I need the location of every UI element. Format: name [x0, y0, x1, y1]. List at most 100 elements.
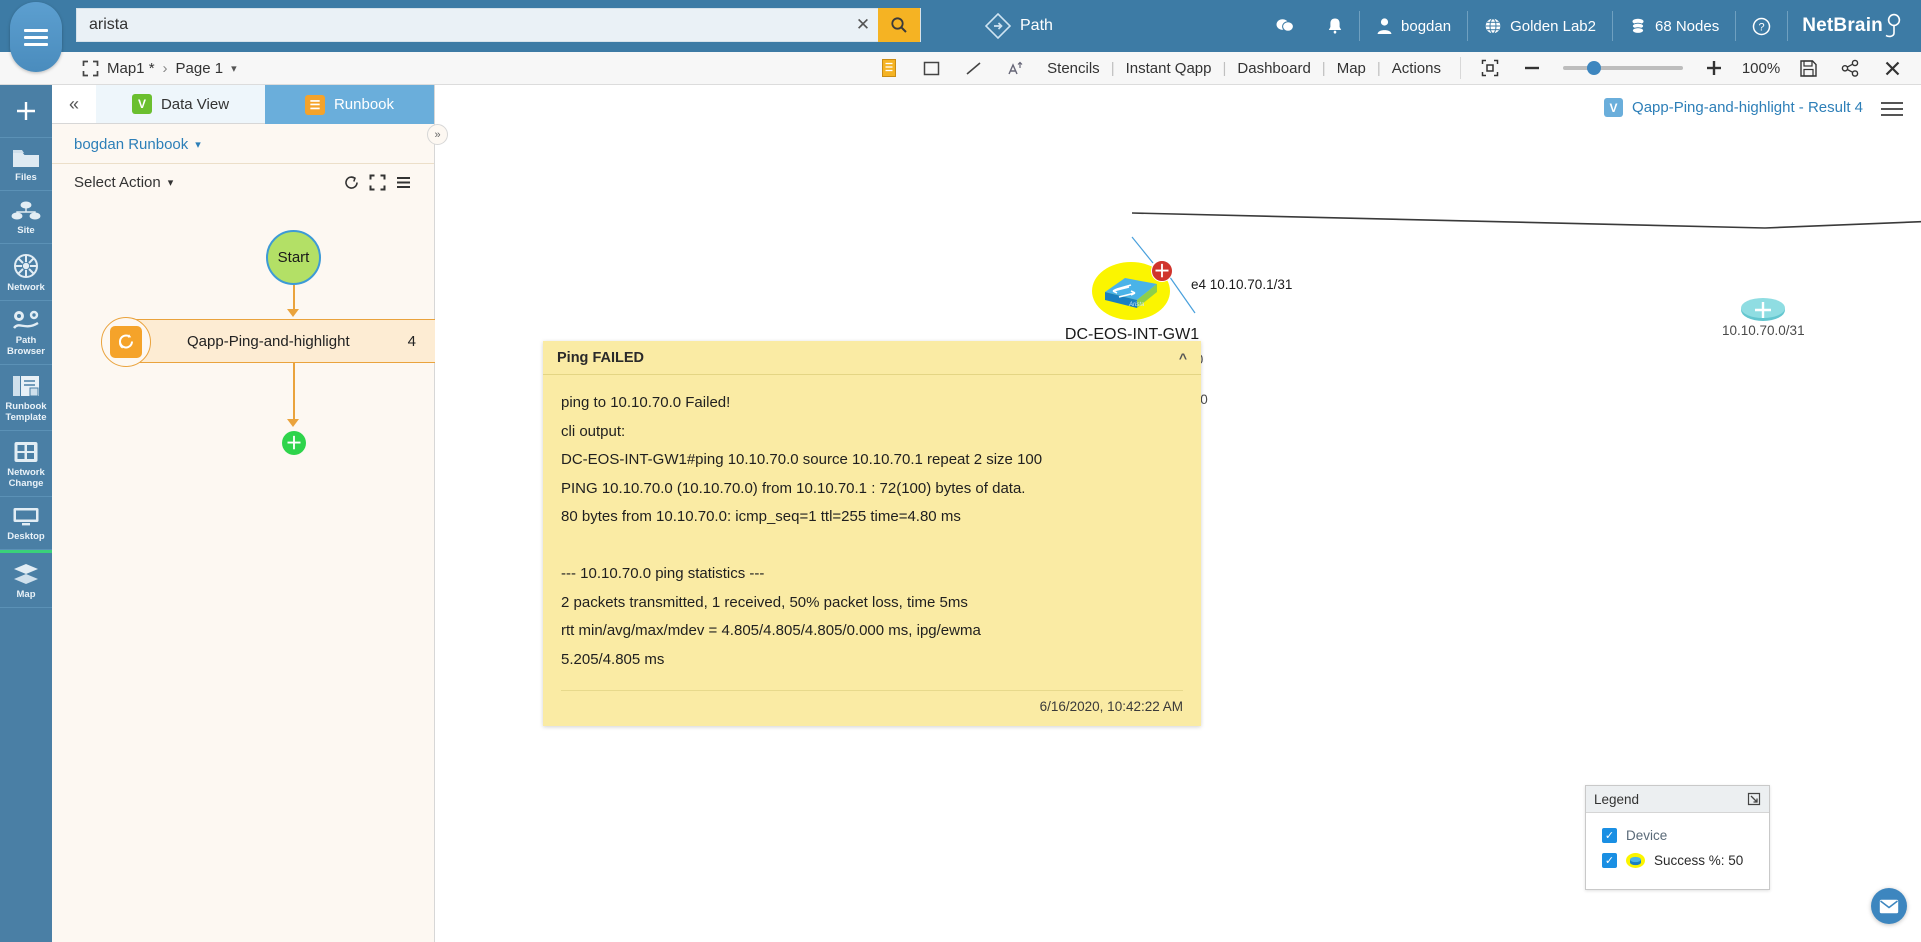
user-menu[interactable]: bogdan	[1360, 11, 1467, 41]
chat-button[interactable]	[1259, 11, 1311, 41]
runbook-template-icon	[13, 376, 39, 397]
search-submit-button[interactable]	[878, 8, 920, 42]
close-icon	[1885, 61, 1899, 75]
rail-add-button[interactable]	[0, 85, 52, 138]
search-clear-button[interactable]: ✕	[848, 15, 878, 35]
runbook-menu-button[interactable]	[390, 174, 416, 191]
rectangle-tool-button[interactable]	[910, 53, 952, 83]
notifications-button[interactable]	[1311, 11, 1359, 41]
legend-row-device[interactable]: ✓ Device	[1594, 823, 1761, 848]
zoom-slider[interactable]	[1563, 61, 1683, 75]
tab-runbook-label: Runbook	[333, 96, 395, 113]
panel-collapse-button[interactable]: «	[52, 85, 96, 124]
breadcrumb-map[interactable]: Map1 *	[107, 60, 155, 77]
flow-arrow	[287, 309, 299, 317]
sidebar-item-runbook-template[interactable]: Runbook Template	[0, 365, 52, 431]
resize-icon[interactable]	[1747, 792, 1761, 806]
refresh-icon	[344, 176, 358, 189]
ping-line-blank	[561, 532, 1183, 561]
runbook-title-label: bogdan Runbook	[74, 136, 189, 153]
device-node-dc-eos-int-gw1[interactable]: Arista ＋	[1092, 260, 1173, 320]
refresh-button[interactable]	[338, 174, 364, 191]
close-map-button[interactable]	[1871, 53, 1913, 83]
link-label-middle: 10.10.70.0/31	[1722, 323, 1805, 338]
runbook-selector[interactable]: bogdan Runbook ▾	[52, 124, 434, 164]
chevron-down-icon[interactable]: ▾	[231, 62, 237, 75]
zoom-slider-handle[interactable]	[1587, 61, 1601, 75]
chevron-down-icon: ▾	[195, 139, 201, 151]
sidebar-item-map[interactable]: Map	[0, 550, 52, 608]
sidebar-item-network[interactable]: Network	[0, 244, 52, 301]
ping-result-popup[interactable]: Ping FAILED ^ ping to 10.10.70.0 Failed!…	[543, 341, 1201, 726]
breadcrumb-page[interactable]: Page 1	[176, 60, 224, 77]
menu-actions[interactable]: Actions	[1381, 60, 1452, 77]
tab-data-view[interactable]: V Data View	[96, 85, 265, 124]
ping-line: rtt min/avg/max/mdev = 4.805/4.805/4.805…	[561, 622, 981, 639]
nodes-count-button[interactable]: 68 Nodes	[1613, 11, 1735, 41]
main-menu-button[interactable]	[10, 2, 62, 72]
legend-row-success[interactable]: ✓ Success %: 50	[1594, 848, 1761, 873]
fit-to-screen-icon	[1481, 59, 1499, 77]
line-tool-button[interactable]	[952, 53, 994, 83]
zoom-in-button[interactable]	[1693, 53, 1735, 83]
sidebar-item-site[interactable]: Site	[0, 191, 52, 244]
nodes-count-label: 68 Nodes	[1654, 17, 1720, 35]
search-input[interactable]	[77, 16, 848, 34]
panel-expand-button[interactable]: »	[427, 124, 448, 145]
menu-instant-qapp[interactable]: Instant Qapp	[1115, 60, 1223, 77]
ping-popup-timestamp: 6/16/2020, 10:42:22 AM	[561, 690, 1183, 726]
sidebar-item-desktop[interactable]: Desktop	[0, 497, 52, 550]
menu-dashboard[interactable]: Dashboard	[1226, 60, 1321, 77]
ping-line: 5.205/4.805 ms	[561, 650, 665, 668]
minus-icon	[1525, 66, 1539, 70]
flow-task-node[interactable]: Qapp-Ping-and-highlight 4	[101, 317, 457, 367]
annotation-icon	[1008, 61, 1023, 74]
device-status-badge: ＋	[1151, 260, 1173, 282]
map-canvas[interactable]: V Qapp-Ping-and-highlight - Result 4 10.…	[435, 85, 1921, 942]
legend-checkbox-success[interactable]: ✓	[1602, 853, 1617, 868]
select-action-dropdown[interactable]: Select Action ▾	[74, 174, 173, 191]
search-bar: ✕	[76, 8, 921, 42]
help-button[interactable]: ?	[1736, 11, 1787, 41]
svg-text:?: ?	[1759, 21, 1765, 33]
save-button[interactable]	[1787, 53, 1829, 83]
feedback-mail-button[interactable]	[1871, 888, 1907, 924]
fit-to-screen-button[interactable]	[1469, 53, 1511, 83]
sidebar-label: Network Change	[7, 467, 45, 489]
flow-start-node[interactable]: Start	[266, 230, 321, 285]
list-icon	[396, 177, 410, 188]
panel-tab-bar: « V Data View ☰ Runbook	[52, 85, 434, 124]
device-swatch-icon	[1630, 856, 1641, 865]
netbrain-logo[interactable]: NetBrain	[1788, 13, 1921, 39]
tab-runbook[interactable]: ☰ Runbook	[265, 85, 434, 124]
legend-panel[interactable]: Legend ✓ Device ✓ Success %: 50	[1585, 785, 1770, 890]
flow-add-step-button[interactable]: ＋	[282, 431, 306, 455]
bell-icon	[1328, 18, 1342, 34]
plus-icon	[17, 102, 35, 120]
path-button[interactable]: Path	[985, 6, 1053, 46]
ping-popup-body: ping to 10.10.70.0 Failed! cli output: D…	[543, 375, 1201, 680]
legend-title: Legend	[1594, 791, 1640, 807]
chevron-up-icon[interactable]: ^	[1179, 350, 1187, 366]
note-tool-button[interactable]	[868, 53, 910, 83]
tenant-menu[interactable]: Golden Lab2	[1468, 11, 1612, 41]
legend-checkbox-device[interactable]: ✓	[1602, 828, 1617, 843]
expand-flow-button[interactable]	[364, 174, 390, 191]
rectangle-icon	[923, 61, 939, 75]
top-navigation-bar: ✕ Path	[0, 0, 1921, 72]
legend-label-success: Success %: 50	[1654, 853, 1744, 868]
interface-icon	[1741, 298, 1785, 321]
hamburger-icon	[24, 25, 48, 50]
sidebar-item-files[interactable]: Files	[0, 138, 52, 191]
zoom-out-button[interactable]	[1511, 53, 1553, 83]
ping-line: PING 10.10.70.0 (10.10.70.0) from 10.10.…	[561, 479, 1026, 497]
menu-map[interactable]: Map	[1326, 60, 1377, 77]
sidebar-item-path-browser[interactable]: Path Browser	[0, 301, 52, 365]
menu-stencils[interactable]: Stencils	[1036, 60, 1111, 77]
share-button[interactable]	[1829, 53, 1871, 83]
annotation-tool-button[interactable]	[994, 53, 1036, 83]
legend-swatch-highlight	[1626, 853, 1645, 868]
fullscreen-icon[interactable]	[82, 60, 99, 77]
network-icon	[14, 254, 38, 278]
sidebar-item-network-change[interactable]: Network Change	[0, 431, 52, 497]
